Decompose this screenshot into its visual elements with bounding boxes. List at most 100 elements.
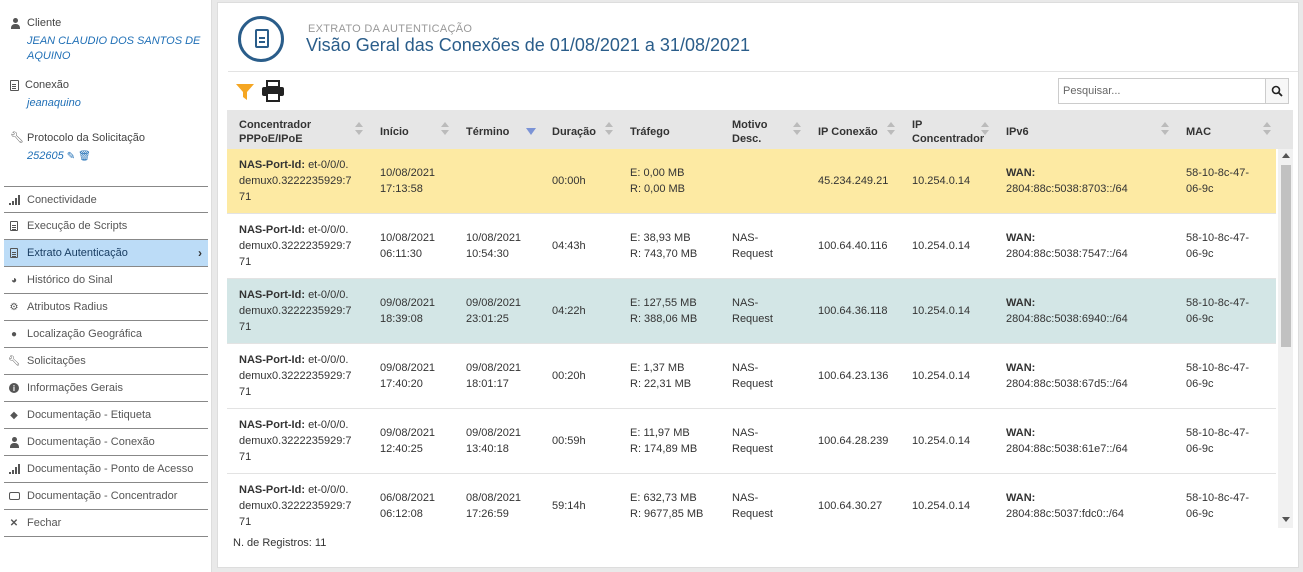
cell-ip-concentrador: 10.254.0.14 [900,409,994,473]
column-header-inicio[interactable]: Início [368,110,454,149]
ipv6-label: WAN: [1006,297,1036,309]
filter-icon[interactable] [235,83,255,101]
protocol-value[interactable]: 252605 [27,150,64,162]
cell-motivo: NAS- Request [720,344,806,408]
menu-item-execucao-scripts[interactable]: Execução de Scripts [4,213,208,240]
cell-text: 2804:88c:5038:7547::/64 [1006,248,1128,260]
sort-icon [441,122,449,136]
table-row[interactable]: NAS-Port-Id: et-0/0/0. demux0.3222235929:… [227,409,1276,474]
scroll-down-icon[interactable] [1282,517,1290,522]
menu-item-doc-ponto-acesso[interactable]: Documentação - Ponto de Acesso [4,456,208,483]
cell-text: E: 632,73 MB [630,492,697,504]
menu-item-historico-sinal[interactable]: ◕ Histórico do Sinal [4,267,208,294]
cell-termino: 09/08/2021 23:01:25 [454,279,540,343]
column-header-motivo[interactable]: Motivo Desc. [720,110,806,149]
column-header-ipv6[interactable]: IPv6 [994,110,1174,149]
cell-text: 04:22h [552,305,586,317]
column-header-trafego[interactable]: Tráfego [618,110,720,149]
menu-item-fechar[interactable]: ✕ Fechar [4,510,208,537]
sort-icon [1161,122,1169,136]
connection-value[interactable]: jeanaquino [27,96,81,111]
search-button[interactable] [1265,78,1289,104]
column-header-termino[interactable]: Término [454,110,540,149]
cell-text: 10/08/2021 [380,232,436,244]
menu-item-doc-etiqueta[interactable]: ◆ Documentação - Etiqueta [4,402,208,429]
column-header-concentrador[interactable]: Concentrador PPPoE/IPoE [227,110,368,149]
search-input[interactable] [1058,78,1265,104]
cell-trafego: E: 632,73 MB R: 9677,85 MB [618,474,720,528]
cell-text: 45.234.249.21 [818,175,889,187]
ipv6-label: WAN: [1006,362,1036,374]
cell-text: 09/08/2021 [380,362,436,374]
cell-text: 100.64.40.116 [818,240,888,252]
cell-trafego: E: 127,55 MB R: 388,06 MB [618,279,720,343]
scroll-thumb[interactable] [1281,165,1291,347]
cell-text: E: 1,37 MB [630,362,685,374]
cell-text: demux0.3222235929:7 [239,500,352,512]
cell-text: 2804:88c:5038:67d5::/64 [1006,378,1128,390]
menu-item-label: Execução de Scripts [27,220,128,232]
cell-text: E: 11,97 MB [630,427,690,439]
cell-text: et-0/0/0. [308,484,349,496]
cell-inicio: 09/08/2021 17:40:20 [368,344,454,408]
scroll-up-icon[interactable] [1282,153,1290,158]
protocol-label: Protocolo da Solicitação [27,132,146,144]
column-header-ip-conexao[interactable]: IP Conexão [806,110,900,149]
ipv6-label: WAN: [1006,167,1036,179]
cell-text: R: 0,00 MB [630,183,686,195]
cell-duracao: 59:14h [540,474,618,528]
cell-text: 10.254.0.14 [912,500,971,512]
cell-text: R: 174,89 MB [630,443,698,455]
table-row[interactable]: NAS-Port-Id: et-0/0/0. demux0.3222235929:… [227,474,1276,528]
sort-icon [355,122,363,136]
table-row[interactable]: NAS-Port-Id: et-0/0/0. demux0.3222235929:… [227,344,1276,409]
cell-motivo: NAS- Request [720,214,806,278]
printer-icon[interactable] [261,80,285,102]
records-count: N. de Registros: 11 [233,537,327,549]
cell-ip-concentrador: 10.254.0.14 [900,149,994,213]
drive-icon [8,490,20,502]
menu-item-doc-concentrador[interactable]: Documentação - Concentrador [4,483,208,510]
protocol-value-row: 252605 ✎ 🗑︎ [27,149,145,164]
table-row[interactable]: NAS-Port-Id: et-0/0/0. demux0.3222235929:… [227,279,1276,344]
document-circle-icon [238,16,284,62]
menu-item-label: Histórico do Sinal [27,274,113,286]
cell-text: 17:13:58 [380,183,423,195]
menu-item-conectividade[interactable]: Conectividade [4,186,208,213]
cell-text: 2804:88c:5038:6940::/64 [1006,313,1128,325]
cell-termino: 09/08/2021 18:01:17 [454,344,540,408]
column-header-mac[interactable]: MAC [1174,110,1276,149]
menu-item-localizacao[interactable]: ● Localização Geográfica [4,321,208,348]
cell-ip-conexao: 100.64.40.116 [806,214,900,278]
menu-item-informacoes-gerais[interactable]: i Informações Gerais [4,375,208,402]
menu-item-solicitacoes[interactable]: 🔧︎ Solicitações [4,348,208,375]
column-header-ip-concentrador[interactable]: IP Concentrador [900,110,994,149]
cell-ipv6: WAN: 2804:88c:5038:61e7::/64 [994,409,1174,473]
menu-item-extrato-autenticacao[interactable]: Extrato Autenticação › [4,240,208,267]
cell-text: 13:40:18 [466,443,509,455]
cell-text: Request [732,313,773,325]
cell-text: 2804:88c:5038:8703::/64 [1006,183,1128,195]
table-row[interactable]: NAS-Port-Id: et-0/0/0. demux0.3222235929:… [227,214,1276,279]
client-name[interactable]: JEAN CLAUDIO DOS SANTOS DE AQUINO [27,34,212,64]
trash-icon[interactable]: 🗑︎ [78,151,91,162]
cell-text: 00:00h [552,175,586,187]
edit-icon[interactable]: ✎ [67,151,75,162]
cell-text: E: 127,55 MB [630,297,697,309]
cell-concentrador: NAS-Port-Id: et-0/0/0. demux0.3222235929:… [227,214,368,278]
sidebar: Cliente JEAN CLAUDIO DOS SANTOS DE AQUIN… [0,0,212,572]
cell-text: 00:59h [552,435,586,447]
cell-text: 06-9c [1186,313,1214,325]
client-info: Cliente JEAN CLAUDIO DOS SANTOS DE AQUIN… [10,17,212,64]
nas-label: NAS-Port-Id: [239,224,305,236]
table-row[interactable]: NAS-Port-Id: et-0/0/0. demux0.3222235929:… [227,149,1276,214]
cell-text: et-0/0/0. [308,419,349,431]
table-scrollbar[interactable] [1278,149,1293,528]
column-header-duracao[interactable]: Duração [540,110,618,149]
cell-inicio: 10/08/2021 17:13:58 [368,149,454,213]
cell-text: demux0.3222235929:7 [239,175,352,187]
menu-item-atributos-radius[interactable]: ⚙ Atributos Radius [4,294,208,321]
cell-ip-conexao: 100.64.36.118 [806,279,900,343]
cell-text: 10.254.0.14 [912,370,971,382]
menu-item-doc-conexao[interactable]: Documentação - Conexão [4,429,208,456]
